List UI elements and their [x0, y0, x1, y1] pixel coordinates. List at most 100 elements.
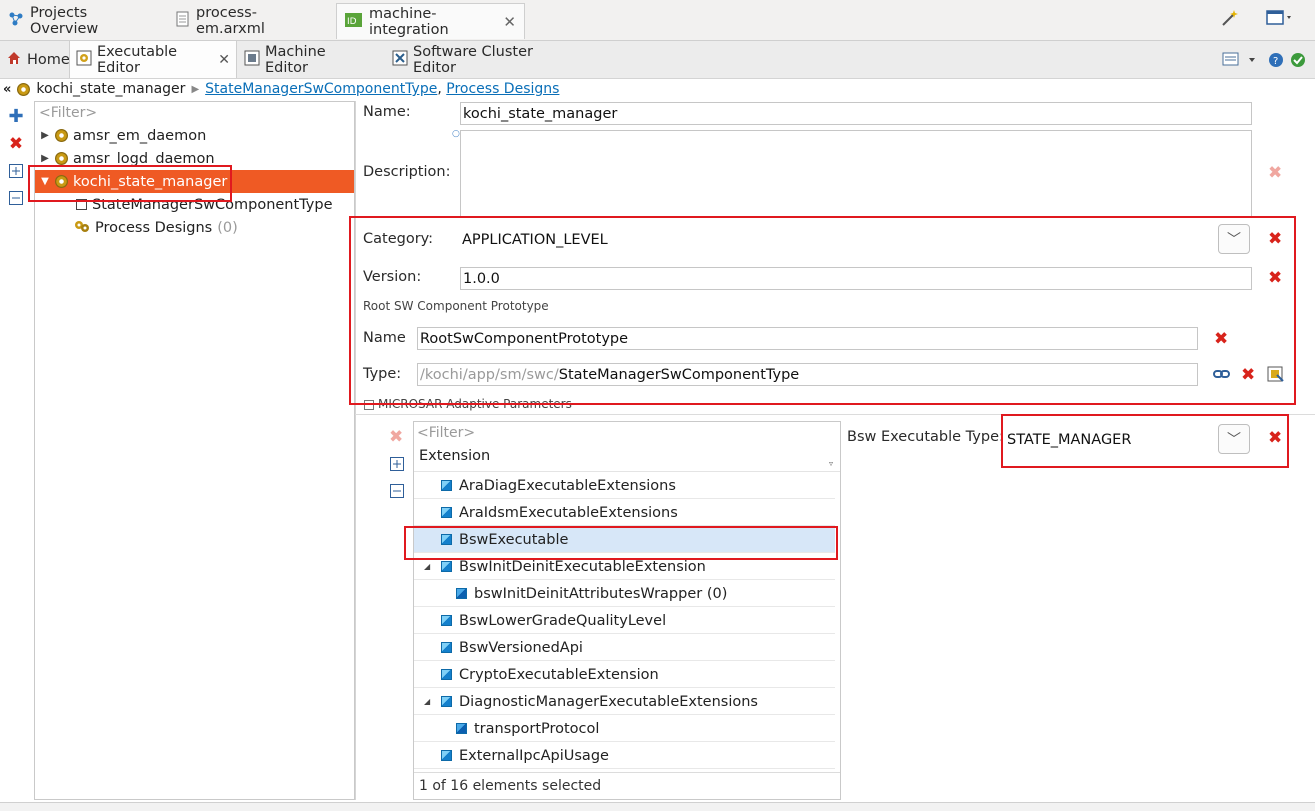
clear-description-icon[interactable]: ✖: [1268, 165, 1282, 182]
tab-label: Executable Editor: [97, 43, 178, 76]
tab-label: machine-integration: [369, 5, 449, 38]
expand-all-icon[interactable]: [6, 161, 26, 181]
breadcrumb-item[interactable]: kochi_state_manager: [36, 81, 185, 97]
clear-version-icon[interactable]: ✖: [1268, 270, 1282, 287]
bsw-type-select[interactable]: STATE_MANAGER: [1005, 424, 1218, 455]
view-menu-icon[interactable]: [1222, 50, 1262, 70]
executable-editor-icon: [76, 50, 92, 70]
extension-cube-icon: [441, 669, 452, 680]
extension-column-header[interactable]: Extension ▿: [414, 444, 840, 472]
browse-type-icon[interactable]: [1267, 366, 1285, 386]
delete-icon[interactable]: ✖: [6, 134, 26, 154]
collapse-all-icon[interactable]: [390, 484, 404, 502]
version-field[interactable]: 1.0.0: [460, 267, 1252, 290]
list-item[interactable]: ◢ DiagnosticManagerExecutableExtensions: [414, 689, 835, 715]
tab-executable-editor[interactable]: Executable Editor ✕: [69, 41, 237, 78]
clear-bsw-type-icon[interactable]: ✖: [1268, 430, 1282, 447]
info-marker-icon: ○: [452, 129, 460, 139]
tab-machine-editor[interactable]: Machine Editor: [238, 41, 368, 78]
clear-root-type-icon[interactable]: ✖: [1241, 367, 1255, 384]
executable-tree: <Filter> ▶ amsr_em_daemon ▶ amsr_logd_da…: [34, 101, 355, 800]
attribute-cube-icon: [456, 588, 467, 599]
splitter[interactable]: [355, 101, 356, 800]
extension-filter-input[interactable]: <Filter>: [417, 425, 475, 441]
maximize-view-icon[interactable]: [1265, 8, 1295, 28]
extension-list: <Filter> Extension ▿ AraDiagExecutableEx…: [413, 421, 841, 800]
clear-category-icon[interactable]: ✖: [1268, 231, 1282, 248]
tab-label: Home: [27, 51, 70, 68]
tree-item-kochi-state-manager[interactable]: ▼ kochi_state_manager: [35, 170, 354, 193]
collapsed-arrow-icon[interactable]: ▶: [40, 153, 50, 164]
root-name-field[interactable]: RootSwComponentPrototype: [417, 327, 1198, 350]
sort-icon[interactable]: ▿: [829, 459, 833, 468]
chevron-down-icon: ﹀: [1227, 232, 1241, 248]
tab-process-em-arxml[interactable]: process-em.arxml: [168, 3, 333, 39]
category-select[interactable]: APPLICATION_LEVEL: [460, 224, 1218, 256]
list-item-label: BswVersionedApi: [459, 639, 583, 656]
chevron-down-icon: ﹀: [1227, 432, 1241, 448]
list-item[interactable]: AraIdsmExecutableExtensions: [414, 500, 835, 526]
tab-label: Software Cluster Editor: [413, 43, 533, 76]
category-label: Category:: [363, 231, 434, 247]
tree-item-amsr-em-daemon[interactable]: ▶ amsr_em_daemon: [35, 124, 354, 147]
validate-check-icon[interactable]: [1290, 52, 1306, 68]
tree-item-label: Process Designs: [95, 219, 213, 236]
magic-wand-icon[interactable]: [1220, 8, 1240, 28]
breadcrumb-link-process-designs[interactable]: Process Designs: [446, 81, 559, 97]
expand-all-icon[interactable]: [390, 457, 404, 475]
bsw-type-dropdown-button[interactable]: ﹀: [1218, 424, 1250, 454]
list-item[interactable]: BswVersionedApi: [414, 635, 835, 661]
root-name-label: Name: [363, 330, 406, 346]
collapse-section-icon[interactable]: −: [364, 400, 374, 410]
close-tab-icon[interactable]: ✕: [218, 52, 230, 68]
list-item-label: BswLowerGradeQualityLevel: [459, 612, 667, 629]
close-tab-icon[interactable]: ✕: [503, 13, 516, 31]
expanded-arrow-icon[interactable]: ▼: [40, 176, 50, 187]
tab-label: Machine Editor: [265, 43, 326, 76]
list-item[interactable]: transportProtocol: [414, 716, 835, 742]
clear-root-name-icon[interactable]: ✖: [1214, 331, 1228, 348]
collapsed-arrow-icon[interactable]: ▶: [40, 130, 50, 141]
help-icon[interactable]: ?: [1268, 52, 1284, 68]
extension-cube-icon: [441, 642, 452, 653]
process-designs-gears-icon: [74, 219, 90, 237]
tab-software-cluster-editor[interactable]: Software Cluster Editor: [386, 41, 576, 78]
extension-cube-icon: [441, 561, 452, 572]
list-item[interactable]: ExternalIpcApiUsage: [414, 743, 835, 769]
list-item[interactable]: bswInitDeinitAttributesWrapper (0): [414, 581, 835, 607]
category-dropdown-button[interactable]: ﹀: [1218, 224, 1250, 254]
tab-machine-integration[interactable]: ID machine-integration ✕: [336, 3, 525, 39]
tab-home[interactable]: Home: [0, 41, 70, 78]
remove-extension-icon[interactable]: ✖: [389, 429, 403, 446]
extension-cube-icon: [441, 615, 452, 626]
list-item-label: DiagnosticManagerExecutableExtensions: [459, 693, 758, 710]
list-item-selected[interactable]: BswExecutable: [414, 527, 835, 553]
component-type-icon: [76, 199, 87, 210]
extension-cube-icon: [441, 534, 452, 545]
root-type-field[interactable]: /kochi/app/sm/swc/StateManagerSwComponen…: [417, 363, 1198, 386]
back-chevron-icon[interactable]: «: [3, 82, 11, 97]
tree-item-swc-type[interactable]: StateManagerSwComponentType: [35, 193, 354, 216]
list-item-label: transportProtocol: [474, 720, 600, 737]
list-item[interactable]: AraDiagExecutableExtensions: [414, 473, 835, 499]
tree-item-amsr-logd-daemon[interactable]: ▶ amsr_logd_daemon: [35, 147, 354, 170]
expanded-arrow-icon[interactable]: ◢: [424, 562, 434, 571]
tree-item-process-designs[interactable]: Process Designs (0): [35, 216, 354, 239]
description-field[interactable]: [460, 130, 1252, 218]
tree-filter-input[interactable]: <Filter>: [39, 105, 97, 121]
root-type-path-prefix: /kochi/app/sm/swc/: [420, 366, 559, 383]
list-item[interactable]: ◢ BswInitDeinitExecutableExtension: [414, 554, 835, 580]
root-type-label: Type:: [363, 366, 402, 382]
tab-projects-overview[interactable]: Projects Overview: [0, 3, 160, 39]
list-item[interactable]: CryptoExecutableExtension: [414, 662, 835, 688]
add-icon[interactable]: ✚: [6, 106, 26, 127]
root-sw-section-label: Root SW Component Prototype: [363, 299, 549, 313]
breadcrumb-link-swc-type[interactable]: StateManagerSwComponentType: [205, 81, 437, 97]
name-field[interactable]: kochi_state_manager: [460, 102, 1252, 125]
collapse-all-icon[interactable]: [6, 188, 26, 208]
extension-cube-icon: [441, 750, 452, 761]
list-item[interactable]: BswLowerGradeQualityLevel: [414, 608, 835, 634]
link-icon[interactable]: [1213, 367, 1231, 385]
expanded-arrow-icon[interactable]: ◢: [424, 697, 434, 706]
tree-item-label: kochi_state_manager: [73, 173, 228, 190]
